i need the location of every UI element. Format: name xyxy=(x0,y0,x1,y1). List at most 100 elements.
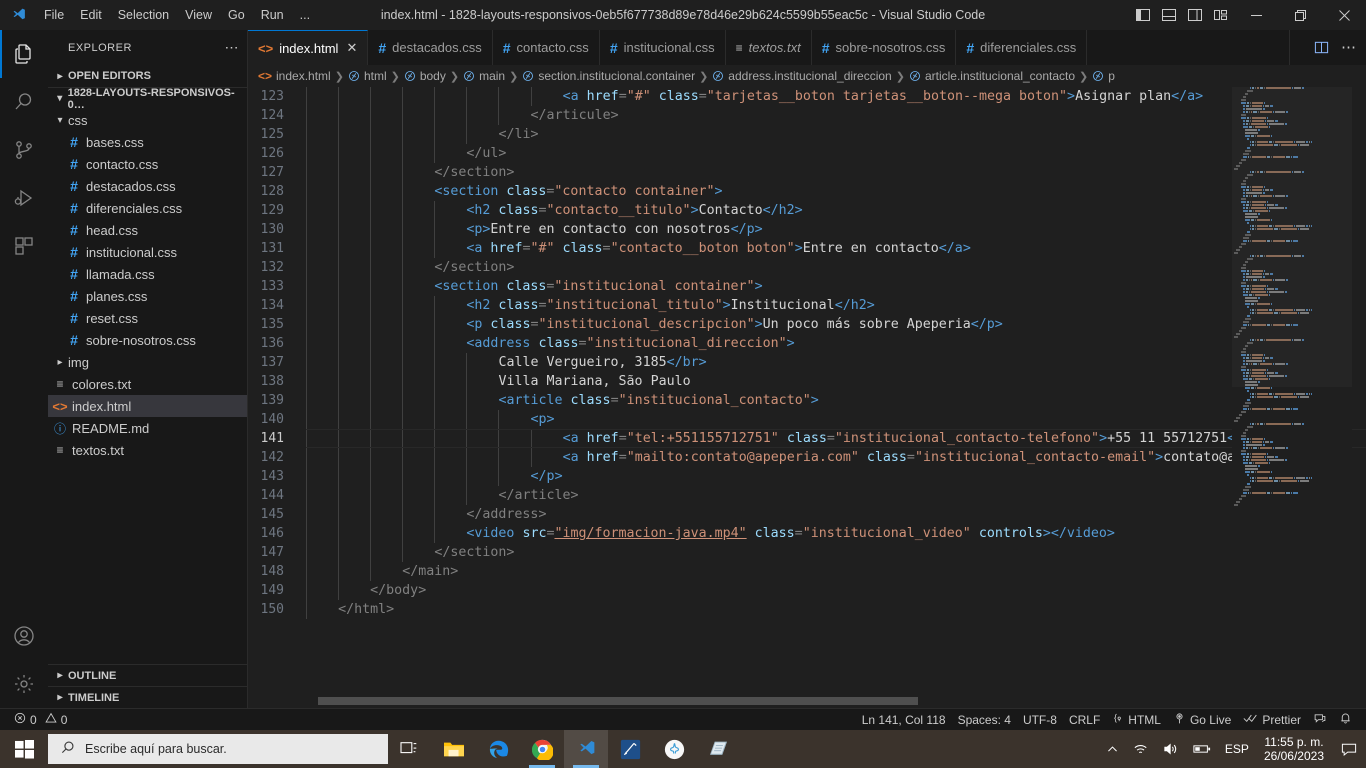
code-line[interactable]: 123 <a href="#" class="tarjetas__boton ta… xyxy=(248,87,1366,106)
status-eol[interactable]: CRLF xyxy=(1063,709,1106,731)
activity-search[interactable] xyxy=(0,78,48,126)
code-line[interactable]: 136 <address class="institucional_direcci… xyxy=(248,334,1366,353)
maximize-button[interactable] xyxy=(1278,0,1322,30)
code-line[interactable]: 129 <h2 class="contacto__titulo">Contacto… xyxy=(248,201,1366,220)
status-prettier[interactable]: Prettier xyxy=(1237,709,1307,731)
timeline-section[interactable]: ▸ TIMELINE xyxy=(48,686,247,708)
file-tree[interactable]: ▾ css # bases.css # contacto.css # destacados.c… xyxy=(48,109,247,664)
code-line[interactable]: 145 </address> xyxy=(248,505,1366,524)
tree-file[interactable]: # diferenciales.css xyxy=(48,197,247,219)
blue-app-icon[interactable] xyxy=(608,730,652,768)
editor-tab[interactable]: <> index.html ✕ xyxy=(248,30,369,65)
code-line[interactable]: 150 </html> xyxy=(248,600,1366,619)
activity-run-debug[interactable] xyxy=(0,174,48,222)
code-line[interactable]: 139 <article class="institucional_contact… xyxy=(248,391,1366,410)
code-line[interactable]: 147 </section> xyxy=(248,543,1366,562)
code-line[interactable]: 140 <p> xyxy=(248,410,1366,429)
editor-tab[interactable]: # sobre-nosotros.css xyxy=(811,30,957,65)
project-root-section[interactable]: ▾ 1828-LAYOUTS-RESPONSIVOS-0… xyxy=(48,87,247,111)
code-scroll-area[interactable]: 123 <a href="#" class="tarjetas__boton ta… xyxy=(248,87,1366,694)
tree-file[interactable]: # planes.css xyxy=(48,285,247,307)
code-line[interactable]: 142 <a href="mailto:contato@apeperia.com"… xyxy=(248,448,1366,467)
breadcrumb-item[interactable]: p xyxy=(1092,69,1115,83)
file-explorer-icon[interactable] xyxy=(432,730,476,768)
tree-folder[interactable]: ▸ img xyxy=(48,351,247,373)
start-button-icon[interactable] xyxy=(0,730,48,768)
breadcrumb-item[interactable]: address.institucional_direccion xyxy=(712,69,892,83)
code-lines[interactable]: 123 <a href="#" class="tarjetas__boton ta… xyxy=(248,87,1366,619)
minimap-slider[interactable] xyxy=(1232,87,1352,387)
outline-section[interactable]: ▸ OUTLINE xyxy=(48,664,247,686)
horizontal-scrollbar[interactable] xyxy=(248,694,1232,708)
microsoft-edge-icon[interactable] xyxy=(476,730,520,768)
tree-file[interactable]: # contacto.css xyxy=(48,153,247,175)
breadcrumb-item[interactable]: section.institucional.container xyxy=(522,69,695,83)
minimap[interactable] xyxy=(1232,87,1352,694)
code-line[interactable]: 138 Villa Mariana, São Paulo xyxy=(248,372,1366,391)
editor-tab[interactable]: # destacados.css xyxy=(368,30,493,65)
taskbar-search-box[interactable]: Escribe aquí para buscar. xyxy=(48,734,388,764)
editor-tab[interactable]: # contacto.css xyxy=(492,30,600,65)
code-editor[interactable]: 123 <a href="#" class="tarjetas__boton ta… xyxy=(248,87,1366,708)
horizontal-scrollbar-thumb[interactable] xyxy=(318,697,918,705)
status-remote[interactable] xyxy=(1307,709,1333,731)
status-indentation[interactable]: Spaces: 4 xyxy=(952,709,1017,731)
editor-tab[interactable]: # institucional.css xyxy=(599,30,726,65)
code-line[interactable]: 143 </p> xyxy=(248,467,1366,486)
menu-edit[interactable]: Edit xyxy=(72,0,110,30)
code-line[interactable]: 144 </article> xyxy=(248,486,1366,505)
activity-accounts[interactable] xyxy=(0,612,48,660)
status-language-mode[interactable]: HTML xyxy=(1106,709,1167,731)
code-line[interactable]: 132 </section> xyxy=(248,258,1366,277)
menu-file[interactable]: File xyxy=(36,0,72,30)
taskbar-clock[interactable]: 11:55 p. m. 26/06/2023 xyxy=(1256,735,1332,763)
editor-tab[interactable]: # diferenciales.css xyxy=(956,30,1088,65)
code-line[interactable]: 135 <p class="institucional_descripcion">… xyxy=(248,315,1366,334)
breadcrumb[interactable]: <> index.html ❯ html ❯ body ❯ main ❯ section.inst… xyxy=(248,65,1366,87)
vscode-icon[interactable] xyxy=(564,730,608,768)
activity-explorer[interactable] xyxy=(0,30,48,78)
code-line[interactable]: 127 </section> xyxy=(248,163,1366,182)
code-line[interactable]: 124 </articule> xyxy=(248,106,1366,125)
volume-icon[interactable] xyxy=(1156,742,1186,756)
activity-source-control[interactable] xyxy=(0,126,48,174)
tree-file[interactable]: # head.css xyxy=(48,219,247,241)
tree-file[interactable]: # destacados.css xyxy=(48,175,247,197)
code-line[interactable]: 131 <a href="#" class="contacto__boton bo… xyxy=(248,239,1366,258)
status-problems[interactable]: 0 0 xyxy=(8,709,73,731)
menu-more[interactable]: ... xyxy=(292,0,318,30)
close-icon[interactable]: ✕ xyxy=(346,40,357,56)
breadcrumb-item[interactable]: main xyxy=(463,69,505,83)
coral-app-icon[interactable] xyxy=(652,730,696,768)
code-line[interactable]: 125 </li> xyxy=(248,125,1366,144)
minimize-button[interactable] xyxy=(1234,0,1278,30)
menu-selection[interactable]: Selection xyxy=(110,0,177,30)
code-line[interactable]: 130 <p>Entre en contacto con nosotros</p> xyxy=(248,220,1366,239)
code-line[interactable]: 128 <section class="contacto container"> xyxy=(248,182,1366,201)
chevron-up-icon[interactable] xyxy=(1099,743,1126,756)
breadcrumb-item[interactable]: <> index.html xyxy=(258,69,331,83)
breadcrumb-item[interactable]: article.institucional_contacto xyxy=(909,69,1075,83)
menu-view[interactable]: View xyxy=(177,0,220,30)
activity-extensions[interactable] xyxy=(0,222,48,270)
split-editor-icon[interactable] xyxy=(1314,40,1329,55)
toggle-panel-icon[interactable] xyxy=(1156,0,1182,30)
more-actions-icon[interactable]: ⋯ xyxy=(1341,40,1356,55)
status-go-live[interactable]: Go Live xyxy=(1167,709,1237,731)
toggle-secondary-sidebar-icon[interactable] xyxy=(1182,0,1208,30)
tree-file[interactable]: ⓘ README.md xyxy=(48,417,247,439)
code-line[interactable]: 134 <h2 class="institucional_titulo">Inst… xyxy=(248,296,1366,315)
tree-file[interactable]: # institucional.css xyxy=(48,241,247,263)
activity-settings-gear-icon[interactable] xyxy=(0,660,48,708)
wifi-icon[interactable] xyxy=(1126,742,1156,756)
tree-file[interactable]: # reset.css xyxy=(48,307,247,329)
toggle-primary-sidebar-icon[interactable] xyxy=(1130,0,1156,30)
code-line[interactable]: 137 Calle Vergueiro, 3185</br> xyxy=(248,353,1366,372)
action-center-icon[interactable] xyxy=(1332,730,1366,768)
code-line[interactable]: 148 </main> xyxy=(248,562,1366,581)
menu-go[interactable]: Go xyxy=(220,0,253,30)
status-encoding[interactable]: UTF-8 xyxy=(1017,709,1063,731)
code-line[interactable]: 133 <section class="institucional contain… xyxy=(248,277,1366,296)
menu-run[interactable]: Run xyxy=(253,0,292,30)
open-editors-section[interactable]: ▸ OPEN EDITORS xyxy=(48,65,247,87)
